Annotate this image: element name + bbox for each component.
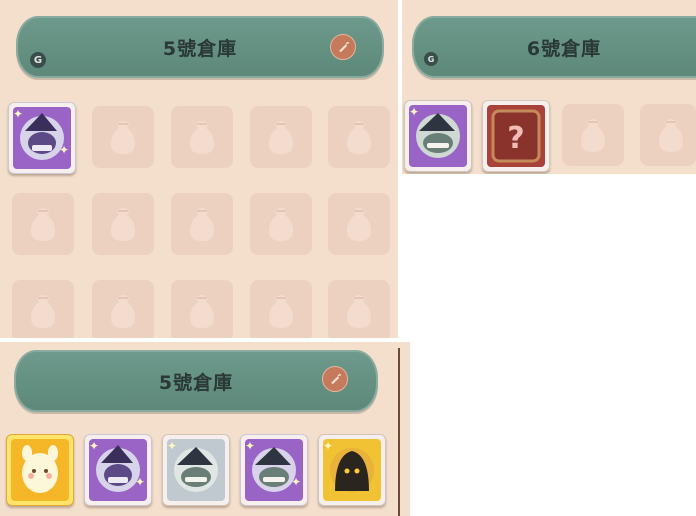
empty-slot[interactable]: [92, 280, 154, 338]
svg-text:?: ?: [507, 121, 524, 156]
money-bag-icon: [111, 295, 135, 328]
money-bag-icon: [31, 295, 55, 328]
money-bag-icon: [347, 295, 371, 328]
money-bag-icon: [190, 208, 214, 241]
empty-slot[interactable]: [328, 193, 390, 255]
warehouse-title: 6號倉庫: [526, 37, 602, 60]
empty-slot[interactable]: [92, 106, 154, 168]
warehouse-banner: 6號倉庫: [412, 16, 696, 78]
carrot-pencil-icon: [339, 41, 349, 52]
question-mark-icon: ?: [491, 109, 541, 163]
carrot-pencil-icon: [331, 373, 341, 384]
edit-name-button[interactable]: [322, 366, 348, 392]
empty-slot[interactable]: [562, 104, 624, 166]
item-slot-grin-witch-purple[interactable]: ✦ ✦: [240, 434, 308, 506]
empty-slot[interactable]: [171, 106, 233, 168]
money-bag-icon: [190, 295, 214, 328]
empty-slot[interactable]: [250, 106, 312, 168]
warehouse-title: 5號倉庫: [158, 371, 234, 394]
item-slot-grin-witch[interactable]: ✦: [162, 434, 230, 506]
empty-slot[interactable]: [12, 193, 74, 255]
empty-slot[interactable]: [328, 106, 390, 168]
g-badge-icon: G: [424, 52, 438, 66]
empty-slot[interactable]: [12, 280, 74, 338]
warehouse-banner: 5號倉庫: [16, 16, 384, 78]
empty-slot[interactable]: [640, 104, 696, 166]
money-bag-icon: [269, 208, 293, 241]
g-badge-icon: G: [30, 52, 46, 68]
empty-slot[interactable]: [250, 280, 312, 338]
money-bag-icon: [269, 295, 293, 328]
item-slot-unknown[interactable]: ?: [482, 100, 550, 172]
warehouse-title: 5號倉庫: [162, 37, 238, 60]
item-slot-bunny[interactable]: [6, 434, 74, 506]
edit-name-button[interactable]: [330, 34, 356, 60]
money-bag-icon: [581, 119, 605, 152]
empty-slot[interactable]: [328, 280, 390, 338]
money-bag-icon: [111, 121, 135, 154]
bunny-character-icon: [22, 445, 58, 493]
money-bag-icon: [269, 121, 293, 154]
item-slot-shadow-hood[interactable]: ✦: [318, 434, 386, 506]
money-bag-icon: [111, 208, 135, 241]
warehouse-panel-5-bottom: 5號倉庫 ✦ ✦ ✦ ✦ ✦ ✦: [0, 342, 410, 516]
money-bag-icon: [347, 208, 371, 241]
item-slot-witch-cat[interactable]: ✦ ✦: [8, 102, 76, 174]
item-slot-witch-cat[interactable]: ✦ ✦: [84, 434, 152, 506]
money-bag-icon: [659, 119, 683, 152]
money-bag-icon: [31, 208, 55, 241]
money-bag-icon: [347, 121, 371, 154]
empty-slot[interactable]: [92, 193, 154, 255]
empty-slot[interactable]: [171, 280, 233, 338]
money-bag-icon: [190, 121, 214, 154]
item-slot-grin-witch[interactable]: ✦: [404, 100, 472, 172]
empty-slot[interactable]: [250, 193, 312, 255]
empty-slot[interactable]: [171, 193, 233, 255]
warehouse-panel-6: 6號倉庫 G ✦ ?: [402, 0, 696, 174]
warehouse-panel-5-top: 5號倉庫 G ✦ ✦: [0, 0, 398, 338]
